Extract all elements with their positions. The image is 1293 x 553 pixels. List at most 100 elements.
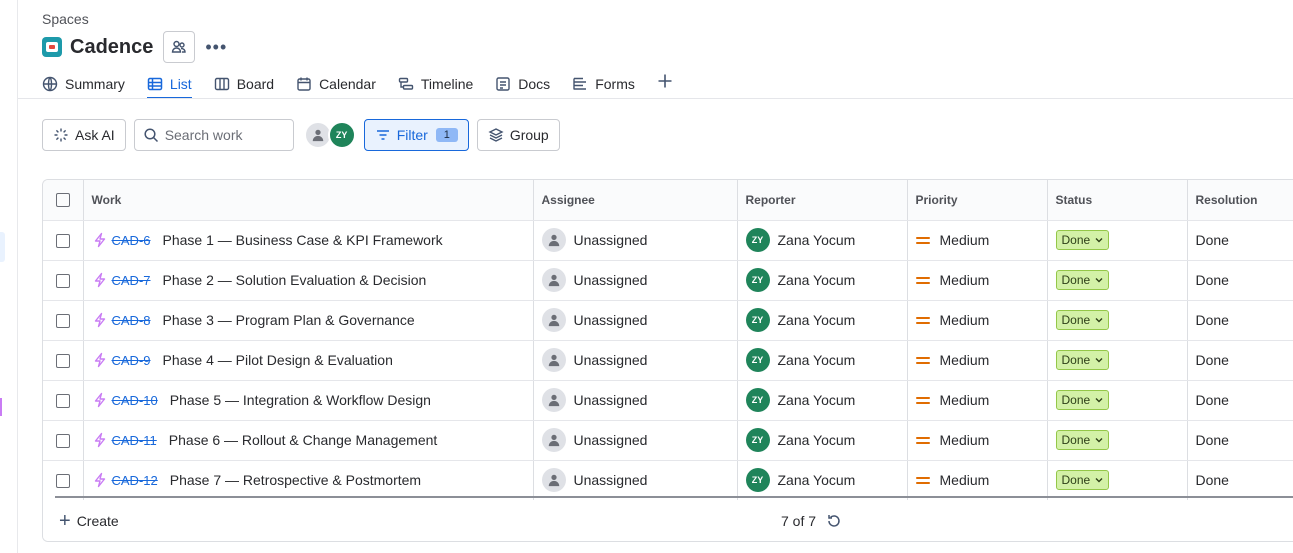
- reporter-cell[interactable]: ZY Zana Yocum: [737, 260, 908, 301]
- search-box[interactable]: [133, 119, 294, 151]
- priority-cell[interactable]: Medium: [907, 220, 1048, 261]
- forms-icon: [573, 77, 587, 90]
- assignee-cell[interactable]: Unassigned: [533, 300, 738, 341]
- refresh-icon[interactable]: [826, 513, 842, 529]
- column-header-assignee[interactable]: Assignee: [533, 180, 738, 221]
- work-summary[interactable]: Phase 4 — Pilot Design & Evaluation: [163, 352, 393, 368]
- tab-calendar[interactable]: Calendar: [296, 68, 376, 99]
- table-row[interactable]: CAD-11 Phase 6 — Rollout & Change Managem…: [43, 420, 1293, 461]
- table-row[interactable]: CAD-10 Phase 5 — Integration & Workflow D…: [43, 380, 1293, 421]
- lightning-icon: [94, 312, 105, 328]
- create-button[interactable]: + Create: [59, 511, 119, 531]
- priority-cell[interactable]: Medium: [907, 260, 1048, 301]
- assignee-cell[interactable]: Unassigned: [533, 380, 738, 421]
- column-header-priority[interactable]: Priority: [907, 180, 1048, 221]
- work-key-link[interactable]: CAD-10: [112, 393, 158, 408]
- tab-docs[interactable]: Docs: [495, 68, 550, 99]
- add-tab-button[interactable]: [657, 65, 673, 96]
- person-icon: [548, 474, 559, 487]
- reporter-cell[interactable]: ZY Zana Yocum: [737, 420, 908, 461]
- filter-button[interactable]: Filter 1: [363, 119, 469, 151]
- table-row[interactable]: CAD-12 Phase 7 — Retrospective & Postmort…: [43, 460, 1293, 501]
- reporter-cell[interactable]: ZY Zana Yocum: [737, 340, 908, 381]
- column-header-resolution[interactable]: Resolution: [1187, 180, 1293, 221]
- work-key-link[interactable]: CAD-7: [112, 273, 151, 288]
- row-checkbox[interactable]: [55, 474, 70, 489]
- ask-ai-button[interactable]: Ask AI: [42, 119, 126, 151]
- reporter-cell[interactable]: ZY Zana Yocum: [737, 300, 908, 341]
- lightning-icon: [94, 432, 105, 448]
- assignee-cell[interactable]: Unassigned: [533, 340, 738, 381]
- row-checkbox[interactable]: [55, 274, 70, 289]
- table-row[interactable]: CAD-7 Phase 2 — Solution Evaluation & Dec…: [43, 260, 1293, 301]
- reporter-cell[interactable]: ZY Zana Yocum: [737, 460, 908, 501]
- work-summary[interactable]: Phase 2 — Solution Evaluation & Decision: [163, 272, 427, 288]
- priority-cell[interactable]: Medium: [907, 380, 1048, 421]
- reporter-avatar: ZY: [745, 388, 770, 412]
- reporter-cell[interactable]: ZY Zana Yocum: [737, 380, 908, 421]
- tab-list[interactable]: List: [146, 68, 192, 99]
- work-key-link[interactable]: CAD-12: [112, 473, 158, 488]
- user-avatar[interactable]: ZY: [327, 121, 356, 149]
- reporter-name: Zana Yocum: [777, 432, 856, 448]
- breadcrumb[interactable]: Spaces: [42, 11, 89, 27]
- priority-cell[interactable]: Medium: [907, 420, 1048, 461]
- table-row[interactable]: CAD-9 Phase 4 — Pilot Design & Evaluation…: [43, 340, 1293, 381]
- priority-medium-icon: [915, 434, 930, 447]
- group-button[interactable]: Group: [476, 119, 560, 151]
- status-dropdown[interactable]: Done: [1055, 390, 1110, 410]
- priority-medium-icon: [915, 234, 930, 247]
- status-dropdown[interactable]: Done: [1055, 230, 1110, 250]
- work-summary[interactable]: Phase 1 — Business Case & KPI Framework: [163, 232, 443, 248]
- priority-cell[interactable]: Medium: [907, 460, 1048, 501]
- priority-cell[interactable]: Medium: [907, 300, 1048, 341]
- priority-cell[interactable]: Medium: [907, 340, 1048, 381]
- people-button[interactable]: [163, 31, 196, 63]
- person-icon: [312, 129, 323, 142]
- tab-timeline[interactable]: Timeline: [398, 68, 473, 99]
- assignee-name: Unassigned: [573, 392, 648, 408]
- row-checkbox[interactable]: [55, 434, 70, 449]
- work-key-link[interactable]: CAD-11: [112, 433, 157, 448]
- status-dropdown[interactable]: Done: [1055, 270, 1110, 290]
- assignee-cell[interactable]: Unassigned: [533, 420, 738, 461]
- search-input[interactable]: [164, 127, 285, 143]
- assignee-cell[interactable]: Unassigned: [533, 260, 738, 301]
- docs-icon: [496, 76, 510, 91]
- column-header-status[interactable]: Status: [1047, 180, 1188, 221]
- status-dropdown[interactable]: Done: [1055, 310, 1110, 330]
- row-checkbox[interactable]: [55, 394, 70, 409]
- ask-ai-label: Ask AI: [75, 127, 115, 143]
- column-header-reporter[interactable]: Reporter: [737, 180, 908, 221]
- work-summary[interactable]: Phase 7 — Retrospective & Postmortem: [170, 472, 421, 488]
- work-cell: CAD-11 Phase 6 — Rollout & Change Managem…: [83, 420, 534, 461]
- work-key-link[interactable]: CAD-9: [112, 353, 151, 368]
- assignee-cell[interactable]: Unassigned: [533, 220, 738, 261]
- work-cell: CAD-8 Phase 3 — Program Plan & Governance: [83, 300, 534, 341]
- row-checkbox[interactable]: [55, 314, 70, 329]
- result-count: 7 of 7: [781, 513, 817, 529]
- work-key-link[interactable]: CAD-6: [112, 233, 151, 248]
- tab-board[interactable]: Board: [214, 68, 274, 99]
- row-checkbox[interactable]: [55, 354, 70, 369]
- more-options-button[interactable]: •••: [205, 37, 227, 58]
- person-icon: [548, 354, 559, 367]
- work-summary[interactable]: Phase 3 — Program Plan & Governance: [163, 312, 415, 328]
- tab-forms[interactable]: Forms: [572, 68, 635, 99]
- table-row[interactable]: CAD-6 Phase 1 — Business Case & KPI Frame…: [43, 220, 1293, 261]
- work-key-link[interactable]: CAD-8: [112, 313, 151, 328]
- reporter-cell[interactable]: ZY Zana Yocum: [737, 220, 908, 261]
- select-all-checkbox[interactable]: [55, 193, 70, 208]
- assignee-cell[interactable]: Unassigned: [533, 460, 738, 501]
- status-dropdown[interactable]: Done: [1055, 430, 1110, 450]
- tab-label: Summary: [65, 75, 125, 92]
- column-header-work[interactable]: Work: [83, 180, 534, 221]
- table-row[interactable]: CAD-8 Phase 3 — Program Plan & Governance…: [43, 300, 1293, 341]
- work-summary[interactable]: Phase 6 — Rollout & Change Management: [169, 432, 438, 448]
- row-checkbox[interactable]: [55, 234, 70, 249]
- status-dropdown[interactable]: Done: [1055, 470, 1110, 490]
- status-dropdown[interactable]: Done: [1055, 350, 1110, 370]
- plus-icon: +: [59, 510, 71, 532]
- tab-summary[interactable]: Summary: [42, 68, 125, 99]
- work-summary[interactable]: Phase 5 — Integration & Workflow Design: [170, 392, 431, 408]
